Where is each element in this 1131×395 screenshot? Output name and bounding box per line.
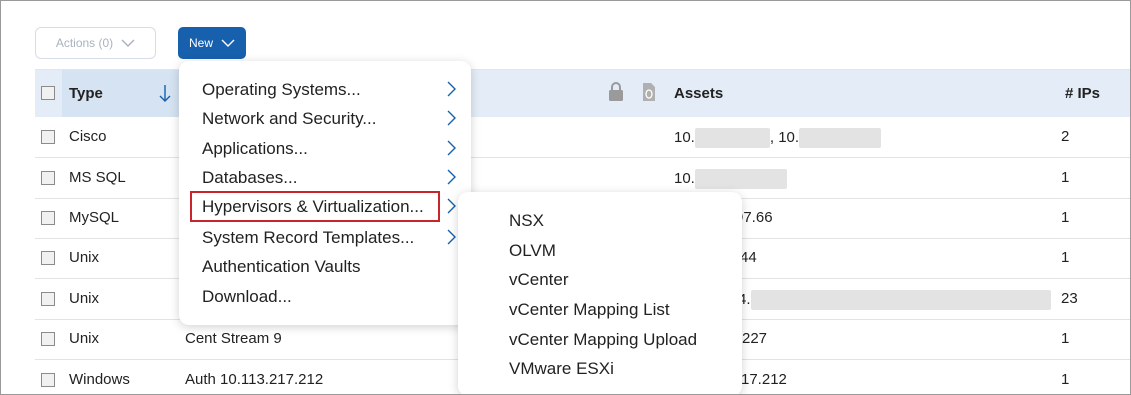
row-assets: 227 xyxy=(742,330,768,347)
chevron-right-icon xyxy=(447,229,456,245)
assets-text: 10. xyxy=(674,128,695,146)
row-name[interactable]: Cent Stream 9 xyxy=(185,330,282,347)
menu-item-hypervisors-virtualization[interactable]: Hypervisors & Virtualization... xyxy=(179,191,471,222)
row-assets: 10. xyxy=(674,169,787,189)
chevron-right-icon xyxy=(447,169,456,185)
row-checkbox[interactable] xyxy=(41,211,55,225)
new-button[interactable]: New xyxy=(178,27,246,59)
new-label: New xyxy=(188,36,213,50)
row-assets: 4. xyxy=(738,290,1051,310)
row-type: MySQL xyxy=(69,209,120,226)
chevron-down-icon xyxy=(121,39,135,47)
assets-text: 10. xyxy=(674,169,695,187)
row-checkbox[interactable] xyxy=(41,251,55,265)
menu-item-download[interactable]: Download... xyxy=(179,282,471,310)
submenu-item-vcenter-mapping-list[interactable]: vCenter Mapping List xyxy=(509,300,670,320)
app-frame: Actions (0) New Type Assets # IPs Cisco … xyxy=(0,0,1131,395)
menu-item-label: Authentication Vaults xyxy=(202,257,361,276)
row-checkbox[interactable] xyxy=(41,292,55,306)
submenu-item-nsx[interactable]: NSX xyxy=(509,211,544,231)
row-ips: 23 xyxy=(1061,290,1078,307)
select-all-checkbox[interactable] xyxy=(41,86,55,100)
menu-item-network-security[interactable]: Network and Security... xyxy=(179,104,471,132)
menu-item-system-record-templates[interactable]: System Record Templates... xyxy=(179,223,471,251)
hypervisors-submenu: NSX OLVM vCenter vCenter Mapping List vC… xyxy=(458,192,742,394)
row-type: Windows xyxy=(69,371,130,388)
row-assets: 17.212 xyxy=(741,371,787,388)
row-type: Unix xyxy=(69,330,100,347)
column-header-type[interactable]: Type xyxy=(69,85,103,102)
redacted-block xyxy=(799,128,882,148)
row-checkbox[interactable] xyxy=(41,373,55,387)
submenu-item-vcenter[interactable]: vCenter xyxy=(509,270,569,290)
row-type: Unix xyxy=(69,290,100,307)
row-assets: 44 xyxy=(740,249,757,266)
new-dropdown-menu: Operating Systems... Network and Securit… xyxy=(179,61,471,325)
menu-item-label: Operating Systems... xyxy=(202,80,361,99)
actions-button[interactable]: Actions (0) xyxy=(35,27,156,59)
redacted-block xyxy=(694,128,770,148)
row-ips: 1 xyxy=(1061,249,1070,266)
row-ips: 2 xyxy=(1061,128,1070,145)
redacted-block xyxy=(750,290,1051,310)
menu-item-label: Download... xyxy=(202,287,292,306)
document-icon xyxy=(643,83,655,101)
row-ips: 1 xyxy=(1061,330,1070,347)
menu-item-label: Applications... xyxy=(202,139,308,158)
row-checkbox[interactable] xyxy=(41,171,55,185)
menu-item-label: System Record Templates... xyxy=(202,228,415,247)
column-header-assets[interactable]: Assets xyxy=(674,85,723,102)
row-assets: 10. , 10. xyxy=(674,128,882,148)
chevron-right-icon xyxy=(447,140,456,156)
chevron-down-icon xyxy=(221,39,235,47)
actions-label: Actions (0) xyxy=(55,36,114,50)
row-type: Cisco xyxy=(69,128,107,145)
menu-item-label: Databases... xyxy=(202,168,298,187)
row-name[interactable]: Auth 10.113.217.212 xyxy=(185,371,323,388)
submenu-item-olvm[interactable]: OLVM xyxy=(509,241,556,261)
chevron-right-icon xyxy=(447,81,456,97)
submenu-item-vcenter-mapping-upload[interactable]: vCenter Mapping Upload xyxy=(509,330,697,350)
menu-item-label: Network and Security... xyxy=(202,109,377,128)
row-type: Unix xyxy=(69,249,100,266)
row-type: MS SQL xyxy=(69,169,126,186)
assets-text: , 10. xyxy=(769,128,800,146)
row-ips: 1 xyxy=(1061,209,1070,226)
menu-item-label: Hypervisors & Virtualization... xyxy=(202,197,424,216)
sort-down-arrow-icon[interactable] xyxy=(159,84,171,104)
row-ips: 1 xyxy=(1061,169,1070,186)
row-ips: 1 xyxy=(1061,371,1070,388)
chevron-right-icon xyxy=(447,198,456,214)
redacted-block xyxy=(694,169,787,189)
chevron-right-icon xyxy=(447,110,456,126)
menu-item-authentication-vaults[interactable]: Authentication Vaults xyxy=(179,252,471,280)
row-checkbox[interactable] xyxy=(41,332,55,346)
row-checkbox[interactable] xyxy=(41,130,55,144)
menu-item-operating-systems[interactable]: Operating Systems... xyxy=(179,75,471,103)
column-header-ips[interactable]: # IPs xyxy=(1065,85,1100,102)
menu-item-databases[interactable]: Databases... xyxy=(179,163,471,191)
menu-item-applications[interactable]: Applications... xyxy=(179,134,471,162)
submenu-item-vmware-esxi[interactable]: VMware ESXi xyxy=(509,359,614,379)
lock-icon xyxy=(609,82,623,101)
